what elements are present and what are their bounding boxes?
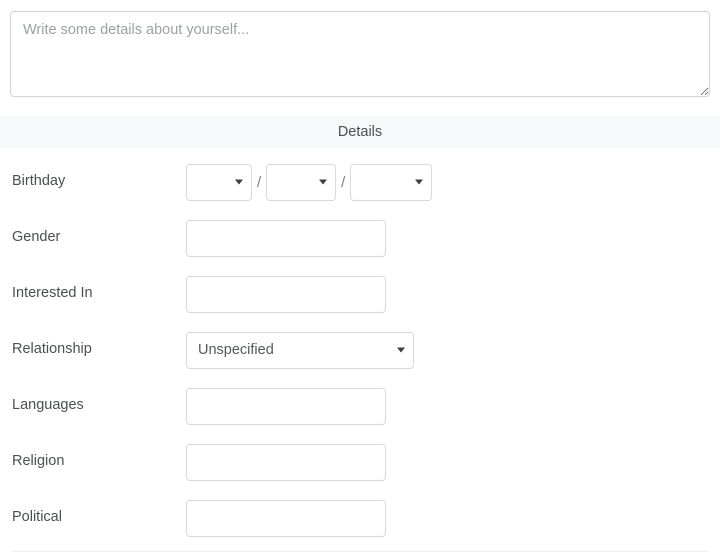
interested-in-input[interactable] bbox=[186, 275, 386, 313]
birthday-day-select-wrap bbox=[266, 163, 337, 201]
details-form: Birthday / / Gender Interested In Relati… bbox=[0, 148, 720, 546]
form-row-interested-in: Interested In bbox=[0, 266, 720, 322]
form-row-relationship: Relationship Unspecified bbox=[0, 322, 720, 378]
bottom-divider bbox=[12, 551, 708, 552]
form-row-gender: Gender bbox=[0, 210, 720, 266]
political-control-group bbox=[186, 499, 386, 537]
birthday-year-select-wrap bbox=[350, 163, 433, 201]
religion-input[interactable] bbox=[186, 443, 386, 481]
languages-input[interactable] bbox=[186, 387, 386, 425]
birthday-month-select-wrap bbox=[186, 163, 252, 201]
birthday-control-group: / / bbox=[186, 163, 433, 201]
label-birthday: Birthday bbox=[12, 173, 66, 190]
label-religion: Religion bbox=[12, 453, 65, 470]
relationship-select[interactable]: Unspecified bbox=[186, 331, 414, 369]
interested-in-control-group bbox=[186, 275, 386, 313]
form-row-languages: Languages bbox=[0, 378, 720, 434]
birthday-separator-1: / bbox=[257, 173, 262, 191]
label-languages: Languages bbox=[12, 397, 84, 414]
gender-control-group bbox=[186, 219, 386, 257]
bio-section bbox=[0, 0, 720, 97]
bio-textarea[interactable] bbox=[10, 11, 710, 97]
birthday-year-select[interactable] bbox=[350, 163, 433, 201]
label-political: Political bbox=[12, 509, 62, 526]
political-input[interactable] bbox=[186, 499, 386, 537]
birthday-day-select[interactable] bbox=[266, 163, 337, 201]
label-gender: Gender bbox=[12, 229, 61, 246]
relationship-control-group: Unspecified bbox=[186, 331, 414, 369]
label-relationship: Relationship bbox=[12, 341, 92, 358]
languages-control-group bbox=[186, 387, 386, 425]
birthday-separator-2: / bbox=[341, 173, 346, 191]
form-row-birthday: Birthday / / bbox=[0, 154, 720, 210]
gender-input[interactable] bbox=[186, 219, 386, 257]
relationship-select-wrap: Unspecified bbox=[186, 331, 414, 369]
details-section-header: Details bbox=[0, 116, 720, 148]
birthday-month-select[interactable] bbox=[186, 163, 252, 201]
details-section-title: Details bbox=[337, 124, 383, 140]
form-row-religion: Religion bbox=[0, 434, 720, 490]
form-row-political: Political bbox=[0, 490, 720, 546]
label-interested-in: Interested In bbox=[12, 285, 93, 302]
religion-control-group bbox=[186, 443, 386, 481]
